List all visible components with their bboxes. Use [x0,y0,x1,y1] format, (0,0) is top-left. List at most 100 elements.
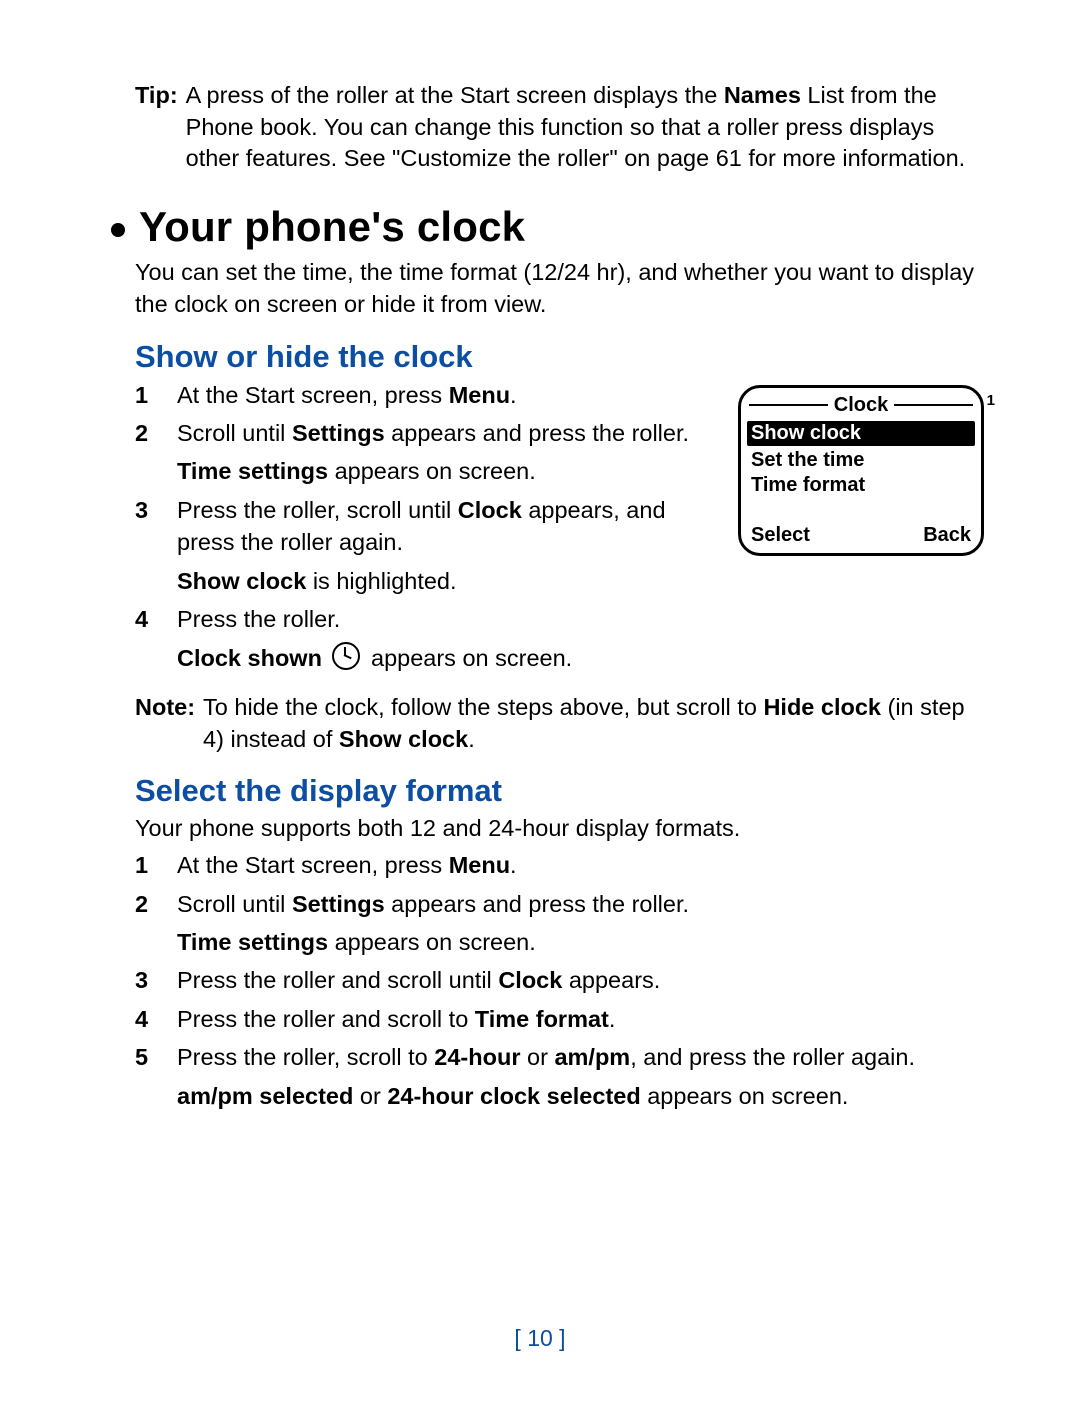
step-bold: Time format [475,1006,609,1032]
step-sub: Time settings appears on screen. [177,926,984,958]
step-number: 2 [135,888,165,920]
step-sub: Show clock is highlighted. [177,565,718,597]
step-sub: Time settings appears on screen. [177,455,718,487]
section-intro: You can set the time, the time format (1… [135,257,984,320]
step-text: . [510,852,517,878]
step-1: 1 At the Start screen, press Menu. [135,379,718,411]
page-heading: Your phone's clock [139,203,525,251]
softkey-row: Select Back [741,524,981,547]
document-page: { "tip": { "label": "Tip:", "text_pre": … [0,0,1080,1412]
step-text: Press the roller and scroll to [177,1006,475,1032]
step-sub-text: or [353,1083,387,1109]
step-text: appears. [562,967,660,993]
divider-line [894,404,973,407]
step-sub-bold: am/pm selected [177,1083,353,1109]
page-number: [ 10 ] [0,1325,1080,1352]
softkey-left: Select [751,524,810,547]
step-number: 4 [135,1003,165,1035]
step-sub-bold: Clock shown [177,645,322,671]
step-bold: Settings [292,891,385,917]
spacer [741,498,981,524]
bullet-icon [111,223,125,237]
note-text: To hide the clock, follow the steps abov… [203,692,984,755]
phone-screen-title: Clock [828,394,894,417]
step-text: Scroll until [177,420,292,446]
step-text: . [609,1006,616,1032]
step-2: 2 Scroll until Settings appears and pres… [135,417,718,488]
step-number: 1 [135,849,165,881]
steps-column: 1 At the Start screen, press Menu. 2 Scr… [135,379,718,680]
step-bold: Clock [458,497,522,523]
note-bold: Hide clock [763,694,881,720]
step-sub: am/pm selected or 24-hour clock selected… [177,1080,984,1112]
step-4: 4 Press the roller. Clock shown appears … [135,603,718,674]
step-sub-text: appears on screen. [641,1083,849,1109]
note-text-part: . [468,726,475,752]
tip-bold: Names [724,82,801,108]
step-bold: Menu [449,852,510,878]
steps-list-2: 1 At the Start screen, press Menu. 2 Scr… [135,849,984,1112]
subheading-display-format: Select the display format [135,773,984,809]
step-5: 5 Press the roller, scroll to 24-hour or… [135,1041,984,1112]
step-sub-bold: Show clock [177,568,306,594]
step-bold: Settings [292,420,385,446]
clock-icon [332,642,360,670]
step-number: 2 [135,417,165,449]
step-text: Press the roller and scroll until [177,967,498,993]
step-sub-text: appears on screen. [328,458,536,484]
section-heading-row: Your phone's clock [111,203,984,251]
note-text-part: To hide the clock, follow the steps abov… [203,694,763,720]
phone-screen-figure: Clock 1 Show clock Set the time Time for… [738,385,984,556]
tip-block: Tip: A press of the roller at the Start … [135,80,984,175]
step-sub-text: is highlighted. [306,568,456,594]
step-text: Press the roller, scroll to [177,1044,434,1070]
step-text: . [510,382,517,408]
step-3: 3 Press the roller and scroll until Cloc… [135,964,984,996]
step-bold: Clock [498,967,562,993]
step-sub-text: appears on screen. [371,645,572,671]
softkey-right: Back [923,524,971,547]
step-sub-bold: Time settings [177,929,328,955]
step-bold: Menu [449,382,510,408]
step-sub: Clock shown appears on screen. [177,642,718,674]
step-bold: am/pm [554,1044,630,1070]
step-text: Scroll until [177,891,292,917]
step-number: 5 [135,1041,165,1073]
menu-item: Time format [741,473,981,498]
step-text: At the Start screen, press [177,382,449,408]
step-number: 3 [135,494,165,526]
step-number: 4 [135,603,165,635]
subheading-show-hide: Show or hide the clock [135,339,984,375]
step-1: 1 At the Start screen, press Menu. [135,849,984,881]
step-text: or [520,1044,554,1070]
section2-intro: Your phone supports both 12 and 24-hour … [135,813,984,845]
step-number: 3 [135,964,165,996]
step-3: 3 Press the roller, scroll until Clock a… [135,494,718,597]
step-text: appears and press the roller. [385,891,689,917]
step-4: 4 Press the roller and scroll to Time fo… [135,1003,984,1035]
signal-indicator: 1 [987,392,995,409]
step-number: 1 [135,379,165,411]
step-text: Press the roller. [177,606,340,632]
step-bold: 24-hour [434,1044,520,1070]
step-sub-text: appears on screen. [328,929,536,955]
menu-item: Set the time [741,448,981,473]
note-label: Note: [135,692,195,755]
steps-list-1: 1 At the Start screen, press Menu. 2 Scr… [135,379,718,674]
step-text: Press the roller, scroll until [177,497,458,523]
step-sub-bold: Time settings [177,458,328,484]
note-bold: Show clock [339,726,468,752]
step-text: , and press the roller again. [630,1044,915,1070]
divider-line [749,404,828,407]
step-text: At the Start screen, press [177,852,449,878]
step-sub-bold: 24-hour clock selected [387,1083,640,1109]
tip-label: Tip: [135,80,178,175]
menu-item-selected: Show clock [747,421,975,446]
note-block: Note: To hide the clock, follow the step… [135,692,984,755]
tip-text-pre: A press of the roller at the Start scree… [186,82,724,108]
tip-text: A press of the roller at the Start scree… [186,80,984,175]
step-2: 2 Scroll until Settings appears and pres… [135,888,984,959]
steps-with-figure: 1 At the Start screen, press Menu. 2 Scr… [135,379,984,680]
phone-screen-title-row: Clock 1 [741,394,981,417]
step-text: appears and press the roller. [385,420,689,446]
